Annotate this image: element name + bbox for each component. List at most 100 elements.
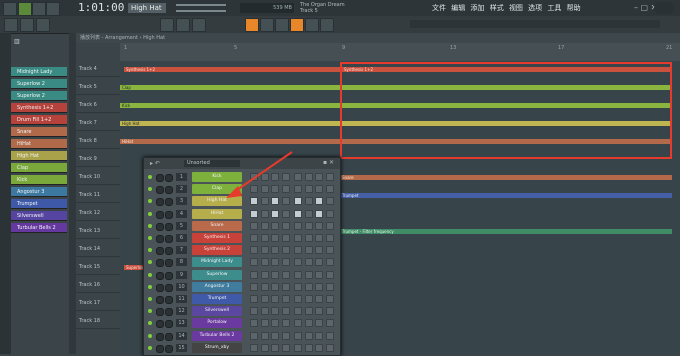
step-button[interactable] — [325, 282, 334, 291]
pan-knob[interactable] — [156, 198, 164, 207]
step-button[interactable] — [325, 319, 334, 328]
step-sequencer[interactable] — [250, 319, 336, 328]
channel-row[interactable]: 7 Synthesis 2 — [148, 245, 338, 256]
step-button[interactable] — [304, 209, 313, 218]
volume-knob[interactable] — [165, 247, 173, 256]
step-sequencer[interactable] — [250, 282, 336, 291]
menu-arrow-icon[interactable]: ▸ ↶ — [150, 160, 160, 167]
step-button[interactable] — [281, 282, 290, 291]
volume-knob[interactable] — [165, 174, 173, 182]
step-button[interactable] — [304, 319, 313, 328]
step-button[interactable] — [271, 295, 279, 303]
volume-knob[interactable] — [165, 198, 173, 207]
mixer-track-number[interactable]: 4 — [176, 209, 187, 218]
step-button[interactable] — [271, 282, 279, 291]
step-button[interactable] — [260, 319, 269, 328]
step-sequencer[interactable] — [250, 209, 336, 218]
step-button[interactable] — [250, 343, 258, 352]
channel-name-button[interactable]: Strum_xby — [192, 342, 242, 353]
mixer-track-number[interactable]: 1 — [176, 173, 187, 181]
clip-trumpet-filter[interactable]: Trumpet - Filter frequency — [340, 229, 672, 234]
list-item[interactable]: Superlow 2 — [11, 79, 67, 89]
channel-row[interactable]: 14 Turbular Bells 2 — [148, 330, 338, 341]
step-button[interactable] — [281, 270, 290, 279]
list-item[interactable]: Midnight Lady — [11, 67, 67, 77]
step-button[interactable] — [281, 209, 290, 218]
step-button[interactable] — [315, 331, 323, 340]
track-header[interactable]: Track 14 — [76, 241, 120, 257]
step-button[interactable] — [260, 234, 269, 242]
pan-knob[interactable] — [156, 296, 164, 304]
timeline-ruler[interactable]: 1 5 9 13 17 21 — [120, 43, 680, 62]
step-button[interactable] — [271, 221, 279, 230]
clip-superlow[interactable]: Superlow — [124, 265, 144, 270]
step-button[interactable] — [325, 258, 334, 267]
channel-name-button[interactable]: Angostur 3 — [192, 281, 242, 292]
channel-row[interactable]: 10 Angostur 3 — [148, 281, 338, 292]
mute-led-icon[interactable] — [148, 223, 152, 228]
step-button[interactable] — [281, 307, 290, 316]
mixer-track-number[interactable]: 9 — [176, 270, 187, 279]
menu-icon[interactable] — [3, 2, 17, 16]
volume-knob[interactable] — [165, 210, 173, 219]
list-item[interactable]: Silverswell — [11, 211, 67, 221]
step-button[interactable] — [260, 295, 269, 303]
step-button[interactable] — [281, 331, 290, 340]
mixer-track-number[interactable]: 6 — [176, 234, 187, 242]
step-sequencer[interactable] — [250, 258, 336, 267]
step-button[interactable] — [271, 307, 279, 316]
step-button[interactable] — [325, 197, 334, 206]
menu-file[interactable]: 文件 — [432, 4, 446, 12]
step-button[interactable] — [315, 209, 323, 218]
mixer-button[interactable] — [290, 18, 304, 32]
step-button[interactable] — [325, 209, 334, 218]
clip-trumpet[interactable]: Trumpet — [340, 193, 672, 198]
step-button[interactable] — [315, 185, 323, 194]
step-button[interactable] — [250, 307, 258, 316]
track-header[interactable]: Track 16 — [76, 277, 120, 293]
step-button[interactable] — [315, 246, 323, 255]
step-button[interactable] — [315, 343, 323, 352]
channel-row[interactable]: 15 Strum_xby — [148, 342, 338, 353]
channel-name-button[interactable]: Silverswell — [192, 306, 242, 317]
step-button[interactable] — [304, 221, 313, 230]
step-button[interactable] — [250, 270, 258, 279]
piano-roll-button[interactable] — [260, 18, 274, 32]
channel-row[interactable]: 13 Portalow — [148, 318, 338, 329]
mute-led-icon[interactable] — [148, 236, 152, 240]
pan-knob[interactable] — [156, 344, 164, 353]
volume-knob[interactable] — [165, 235, 173, 243]
mute-led-icon[interactable] — [148, 297, 152, 301]
mute-led-icon[interactable] — [148, 187, 152, 192]
mute-led-icon[interactable] — [148, 345, 152, 350]
step-sequencer[interactable] — [250, 295, 336, 303]
step-button[interactable] — [294, 282, 302, 291]
list-item[interactable]: HiHat — [11, 139, 67, 149]
step-button[interactable] — [294, 295, 302, 303]
list-item[interactable]: Drum Fill 1+2 — [11, 115, 67, 125]
channel-name-button[interactable]: Trumpet — [192, 294, 242, 304]
channel-name-button[interactable]: HiHat — [192, 208, 242, 219]
channel-row[interactable]: 9 Superlow — [148, 269, 338, 280]
mute-led-icon[interactable] — [148, 175, 152, 179]
master-volume-slider[interactable] — [176, 4, 226, 6]
step-button[interactable] — [325, 343, 334, 352]
tool-icon[interactable] — [160, 18, 174, 32]
step-button[interactable] — [304, 197, 313, 206]
channel-name-button[interactable]: Portalow — [192, 318, 242, 329]
pan-knob[interactable] — [156, 320, 164, 329]
step-button[interactable] — [325, 307, 334, 316]
channel-row[interactable]: 8 Midnight Lady — [148, 257, 338, 268]
snap-icon[interactable] — [4, 18, 18, 32]
step-button[interactable] — [260, 282, 269, 291]
mute-led-icon[interactable] — [148, 284, 152, 289]
track-header[interactable]: Track 17 — [76, 295, 120, 311]
step-button[interactable] — [250, 319, 258, 328]
list-item[interactable]: Snare — [11, 127, 67, 137]
step-button[interactable] — [315, 270, 323, 279]
step-sequencer[interactable] — [250, 270, 336, 279]
close-icon[interactable]: ▪ ✕ — [323, 159, 334, 166]
tool-icon[interactable] — [176, 18, 190, 32]
track-header[interactable]: Track 8 — [76, 133, 120, 149]
channel-name-button[interactable]: Midnight Lady — [192, 257, 242, 268]
